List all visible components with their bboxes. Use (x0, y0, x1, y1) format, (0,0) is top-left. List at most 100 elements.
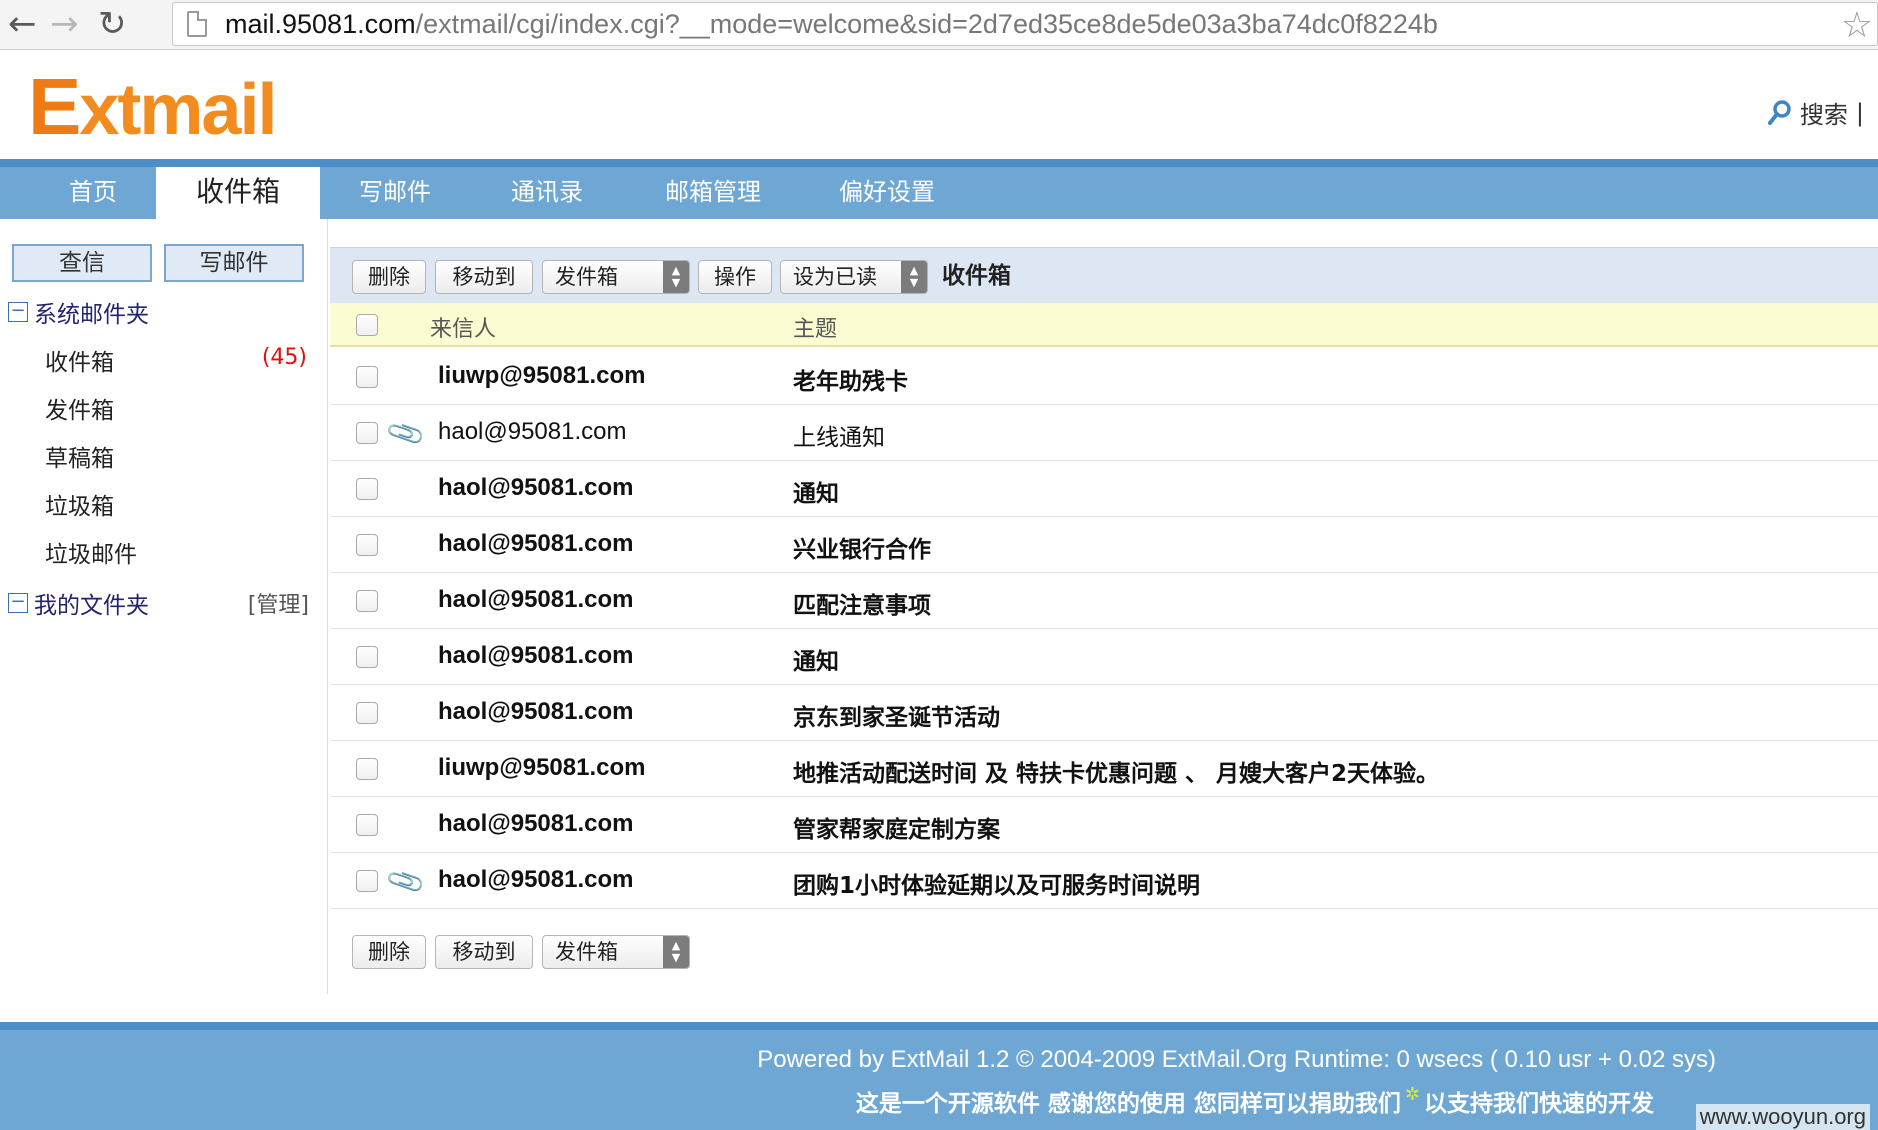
sidebar-item-inbox[interactable]: 收件箱 (45, 343, 114, 377)
mail-row[interactable]: haol@95081.com 通知 (330, 461, 1878, 517)
compose-button[interactable]: 写邮件 (164, 244, 304, 282)
row-checkbox[interactable] (356, 366, 378, 388)
donate-icon[interactable]: ✲ (1405, 1084, 1420, 1105)
row-sender[interactable]: haol@95081.com (438, 866, 634, 894)
search-link[interactable]: 搜索 | (1767, 95, 1864, 130)
my-folders-label: 我的文件夹 (34, 593, 149, 619)
footer: Powered by ExtMail 1.2 © 2004-2009 ExtMa… (0, 1022, 1878, 1130)
delete-button[interactable]: 删除 (352, 260, 426, 294)
row-checkbox[interactable] (356, 758, 378, 780)
tab-home[interactable]: 首页 (28, 167, 158, 219)
tab-mailbox-manage[interactable]: 邮箱管理 (648, 167, 778, 219)
select-all-checkbox[interactable] (356, 314, 378, 336)
extmail-logo[interactable]: Extmail (28, 67, 277, 147)
mail-row[interactable]: liuwp@95081.com 地推活动配送时间 及 特扶卡优惠问题 、 月嫂大客… (330, 741, 1878, 797)
mail-row[interactable]: haol@95081.com 京东到家圣诞节活动 (330, 685, 1878, 741)
sidebar-item-trash[interactable]: 垃圾箱 (45, 487, 114, 521)
tab-compose[interactable]: 写邮件 (330, 167, 460, 219)
search-separator: | (1855, 98, 1864, 127)
sidebar: 查信 写邮件 − 系统邮件夹 收件箱 (45) 发件箱 草稿箱 垃圾箱 垃圾邮件… (0, 219, 328, 994)
column-sender-header[interactable]: 来信人 (430, 311, 496, 343)
row-checkbox[interactable] (356, 422, 378, 444)
donate-text-a: 这是一个开源软件 感谢您的使用 您同样可以捐助我们 (855, 1091, 1401, 1117)
column-subject-header[interactable]: 主题 (793, 311, 837, 343)
row-checkbox[interactable] (356, 646, 378, 668)
row-sender[interactable]: haol@95081.com (438, 698, 634, 726)
row-subject[interactable]: 通知 (793, 642, 839, 676)
sidebar-item-drafts[interactable]: 草稿箱 (45, 439, 114, 473)
powered-by-text: Powered by ExtMail 1.2 © 2004-2009 ExtMa… (757, 1046, 1716, 1073)
list-header: 来信人 主题 (330, 303, 1878, 347)
reload-icon[interactable]: ↻ (98, 4, 127, 44)
address-bar[interactable]: mail.95081.com/extmail/cgi/index.cgi?__m… (172, 2, 1878, 46)
select-arrows-icon: ▲ ▼ (901, 261, 927, 293)
url-text[interactable]: mail.95081.com/extmail/cgi/index.cgi?__m… (225, 9, 1438, 40)
row-subject[interactable]: 京东到家圣诞节活动 (793, 698, 1000, 732)
back-arrow-icon[interactable]: ← (8, 4, 37, 44)
row-subject[interactable]: 通知 (793, 474, 839, 508)
tab-inbox[interactable]: 收件箱 (156, 167, 320, 227)
row-subject[interactable]: 兴业银行合作 (793, 530, 931, 564)
row-sender[interactable]: haol@95081.com (438, 474, 634, 502)
bookmark-star-icon[interactable]: ☆ (1841, 5, 1873, 46)
row-subject[interactable]: 老年助残卡 (793, 362, 908, 396)
row-subject[interactable]: 上线通知 (793, 418, 885, 452)
bottom-move-to-button[interactable]: 移动到 (435, 935, 533, 969)
logo-text: xtmail (79, 70, 277, 150)
current-folder-title: 收件箱 (942, 263, 1011, 289)
collapse-icon[interactable]: − (8, 593, 28, 613)
sidebar-item-sent[interactable]: 发件箱 (45, 391, 114, 425)
mail-row[interactable]: 📎 haol@95081.com 团购1小时体验延期以及可服务时间说明 (330, 853, 1878, 909)
mail-row[interactable]: haol@95081.com 通知 (330, 629, 1878, 685)
move-target-value: 发件箱 (555, 265, 618, 289)
select-arrows-icon: ▲ ▼ (663, 261, 689, 293)
donate-text: 这是一个开源软件 感谢您的使用 您同样可以捐助我们 ✲ 以支持我们快速的开发 (0, 1084, 1878, 1118)
forward-arrow-icon[interactable]: → (50, 4, 79, 44)
row-checkbox[interactable] (356, 870, 378, 892)
row-sender[interactable]: liuwp@95081.com (438, 362, 645, 390)
move-target-select[interactable]: 发件箱 ▲ ▼ (542, 260, 690, 294)
check-mail-button[interactable]: 查信 (12, 244, 152, 282)
mail-row[interactable]: haol@95081.com 兴业银行合作 (330, 517, 1878, 573)
row-subject[interactable]: 地推活动配送时间 及 特扶卡优惠问题 、 月嫂大客户2天体验。 (793, 754, 1439, 788)
row-checkbox[interactable] (356, 478, 378, 500)
mark-read-select[interactable]: 设为已读 ▲ ▼ (780, 260, 928, 294)
tab-preferences[interactable]: 偏好设置 (822, 167, 952, 219)
row-sender[interactable]: haol@95081.com (438, 586, 634, 614)
app-header: Extmail 搜索 | (0, 51, 1878, 159)
inbox-unread-count: (45) (261, 345, 307, 370)
mail-row[interactable]: 📎 haol@95081.com 上线通知 (330, 405, 1878, 461)
mail-row[interactable]: liuwp@95081.com 老年助残卡 (330, 349, 1878, 405)
row-checkbox[interactable] (356, 590, 378, 612)
row-checkbox[interactable] (356, 534, 378, 556)
my-folders-toggle[interactable]: − 我的文件夹 (8, 586, 149, 620)
manage-folders-link[interactable]: [管理] (248, 587, 309, 619)
mail-row[interactable]: haol@95081.com 匹配注意事项 (330, 573, 1878, 629)
donate-text-b: 以支持我们快速的开发 (1424, 1091, 1654, 1117)
row-sender[interactable]: haol@95081.com (438, 418, 626, 446)
bottom-delete-button[interactable]: 删除 (352, 935, 426, 969)
row-subject[interactable]: 匹配注意事项 (793, 586, 931, 620)
sidebar-item-spam[interactable]: 垃圾邮件 (45, 535, 137, 569)
mail-row[interactable]: haol@95081.com 管家帮家庭定制方案 (330, 797, 1878, 853)
magnifier-icon (1767, 99, 1791, 125)
actions-button[interactable]: 操作 (698, 260, 772, 294)
row-sender[interactable]: haol@95081.com (438, 810, 634, 838)
row-checkbox[interactable] (356, 814, 378, 836)
collapse-icon[interactable]: − (8, 302, 28, 322)
row-sender[interactable]: liuwp@95081.com (438, 754, 645, 782)
move-to-button[interactable]: 移动到 (435, 260, 533, 294)
url-host: mail.95081.com (225, 9, 416, 39)
search-label: 搜索 (1799, 101, 1848, 129)
tab-contacts[interactable]: 通讯录 (482, 167, 612, 219)
url-path: /extmail/cgi/index.cgi?__mode=welcome&si… (415, 9, 1438, 39)
row-checkbox[interactable] (356, 702, 378, 724)
mail-list-panel: 删除 移动到 发件箱 ▲ ▼ 操作 设为已读 ▲ ▼ 收件箱 来信人 主题 liuw… (330, 247, 1878, 994)
row-sender[interactable]: haol@95081.com (438, 530, 634, 558)
main-nav: 首页 收件箱 写邮件 通讯录 邮箱管理 偏好设置 (0, 159, 1878, 227)
bottom-move-target-select[interactable]: 发件箱 ▲ ▼ (542, 935, 690, 969)
row-sender[interactable]: haol@95081.com (438, 642, 634, 670)
system-folders-toggle[interactable]: − 系统邮件夹 (8, 295, 149, 329)
row-subject[interactable]: 团购1小时体验延期以及可服务时间说明 (793, 866, 1200, 900)
row-subject[interactable]: 管家帮家庭定制方案 (793, 810, 1000, 844)
